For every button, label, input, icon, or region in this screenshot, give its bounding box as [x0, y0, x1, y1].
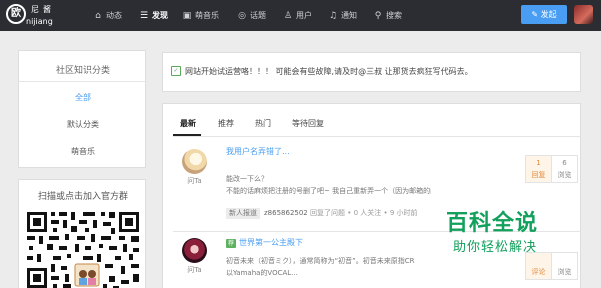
nav-item-music[interactable]: ▣ 萌音乐: [182, 9, 219, 23]
chat-icon: ◎: [238, 11, 246, 21]
list-icon: ☰: [139, 11, 149, 21]
announcement-icon: ✓: [171, 66, 181, 76]
qr-panel: 扫描或点击加入官方群: [18, 179, 146, 288]
nav-label: 发现: [152, 11, 168, 20]
question-user-link[interactable]: z865862502: [264, 209, 308, 217]
watermark-title: 百科全说: [446, 211, 539, 236]
view-count-label: 浏览: [557, 268, 572, 276]
question-title-text: 世界第一公主殿下: [239, 238, 304, 247]
question-title[interactable]: 我用户名弄错了...: [226, 146, 290, 157]
view-count-badge: 浏览: [551, 252, 578, 280]
category-item-default[interactable]: 默认分类: [19, 111, 147, 138]
watermark-subtitle: 助你轻松解决: [453, 240, 538, 255]
post-button[interactable]: ✎ 发起: [521, 5, 567, 24]
tab-hot[interactable]: 热门: [255, 118, 271, 129]
tab-latest[interactable]: 最新: [180, 118, 196, 129]
comment-count: [526, 256, 551, 264]
qr-code-image[interactable]: [25, 210, 141, 288]
question-meta: 新人报道 z865862502 回复了问题 • 0 人关注 • 9 小时前: [226, 208, 418, 219]
nav-item-search[interactable]: ⚲ 搜索: [373, 9, 402, 23]
nav-label: 话题: [250, 11, 266, 20]
nav-label: 萌音乐: [195, 11, 219, 20]
nav-item-discover[interactable]: ☰ 发现: [139, 9, 168, 23]
tab-recommended[interactable]: 推荐: [218, 118, 234, 129]
top-navbar: 欧 尼酱 nijiang ⌂ 动态 ☰ 发现 ▣ 萌音乐 ◎ 话题 ♙ 用户 ♫ 通知 ⚲ 搜…: [0, 0, 601, 31]
nav-label: 动态: [106, 11, 122, 20]
question-excerpt: 不能的话麻烦把注册的号删了吧~ 我自己重新弄一个（因为邮箱的问题: [226, 187, 431, 195]
category-item-all[interactable]: 全部: [19, 84, 147, 111]
question-excerpt: 能改一下么？: [226, 175, 268, 183]
announcement-text: 网站开始试运营咯！！！ 可能会有些故障,请及时@三叔 让那货去疯狂写代码去。: [185, 67, 473, 76]
logo-glyph: 欧: [6, 4, 26, 24]
music-icon: ▣: [182, 11, 192, 21]
divider: [19, 81, 147, 82]
nav-label: 通知: [341, 11, 357, 20]
answer-count-badge[interactable]: 1 回复: [525, 155, 552, 183]
site-logo[interactable]: 欧 尼酱 nijiang: [6, 3, 53, 28]
search-icon: ⚲: [374, 11, 382, 21]
question-excerpt: 初音未来（初音ミク），通常简称为“初音”。初音未来原指CR: [226, 257, 415, 265]
user-avatar[interactable]: [574, 5, 593, 24]
category-item-music[interactable]: 萌音乐: [19, 138, 147, 165]
recommended-badge: 荐: [226, 239, 237, 248]
user-icon: ♙: [283, 11, 293, 21]
question-title[interactable]: 荐世界第一公主殿下: [226, 237, 303, 248]
answer-count-label: 回复: [531, 171, 546, 179]
nav-item-topics[interactable]: ◎ 话题: [237, 9, 266, 23]
question-excerpt: 以Yamaha的VOCAL...: [226, 269, 298, 277]
view-count: [552, 256, 577, 264]
asker-avatar[interactable]: [182, 238, 207, 263]
answer-count: 1: [536, 159, 541, 167]
view-count-label: 浏览: [557, 171, 572, 179]
question-meta-text: 回复了问题 • 0 人关注 • 9 小时前: [307, 209, 418, 217]
logo-subtitle: nijiang: [26, 17, 53, 26]
asker-label[interactable]: 问Ta: [182, 265, 207, 275]
view-count-badge: 6 浏览: [551, 155, 578, 183]
comment-count-label: 评论: [531, 268, 546, 276]
view-count: 6: [562, 159, 567, 167]
post-button-label: 发起: [540, 10, 557, 19]
home-icon: ⌂: [95, 11, 101, 21]
nav-label: 用户: [296, 11, 312, 20]
nav-label: 搜索: [386, 11, 402, 20]
asker-avatar[interactable]: [182, 149, 207, 174]
nav-item-notifications[interactable]: ♫ 通知: [328, 9, 357, 23]
comment-count-badge[interactable]: 评论: [525, 252, 552, 280]
question-feed: 最新 推荐 热门 等待回复 问Ta 我用户名弄错了... 能改一下么？ 不能的话…: [162, 103, 581, 288]
qr-panel-title[interactable]: 扫描或点击加入官方群: [19, 189, 147, 202]
edit-icon: ✎: [531, 10, 541, 19]
nav-item-users[interactable]: ♙ 用户: [283, 9, 312, 23]
logo-name: 尼酱: [31, 5, 55, 14]
asker-label[interactable]: 问Ta: [182, 176, 207, 186]
category-panel-title: 社区知识分类: [55, 66, 110, 76]
announcement-bar: ✓ 网站开始试运营咯！！！ 可能会有些故障,请及时@三叔 让那货去疯狂写代码去。: [162, 52, 581, 92]
tab-awaiting-reply[interactable]: 等待回复: [292, 118, 324, 129]
topic-tag[interactable]: 新人报道: [226, 208, 260, 219]
nav-item-dynamic[interactable]: ⌂ 动态: [93, 9, 122, 23]
category-panel: 社区知识分类 全部 默认分类 萌音乐: [18, 50, 147, 168]
bell-icon: ♫: [328, 11, 338, 21]
